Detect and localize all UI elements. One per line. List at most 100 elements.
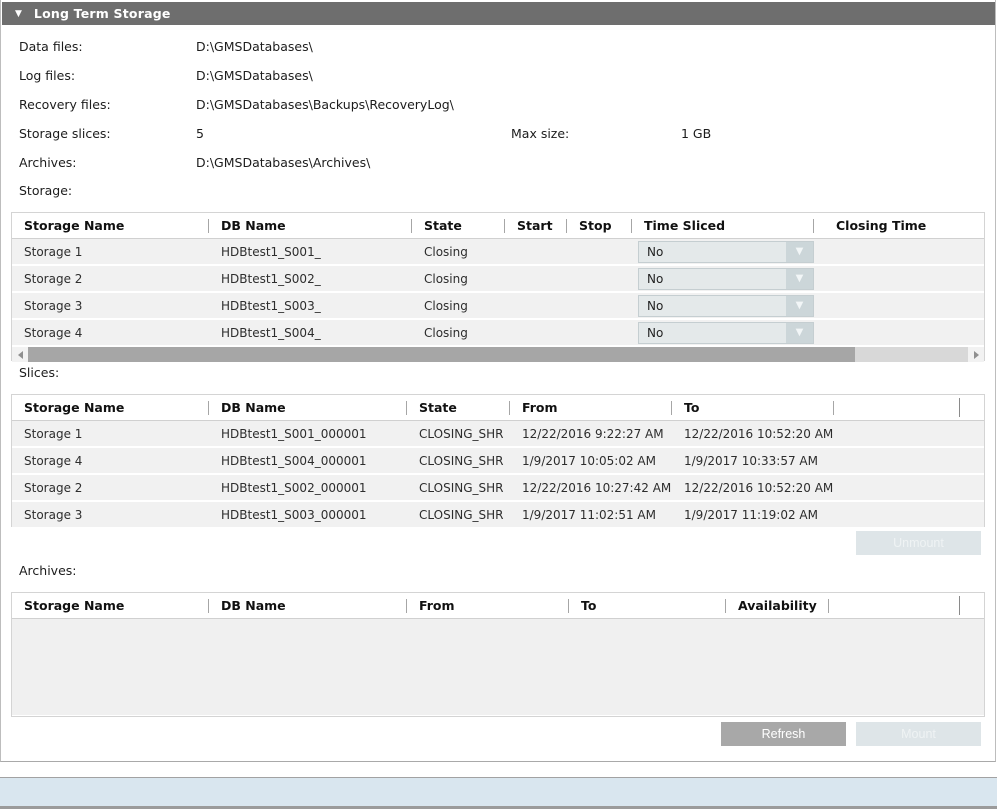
field-label: Archives: xyxy=(19,155,77,170)
table-row[interactable]: Storage 3 HDBtest1_S003_ Closing No ▼ xyxy=(12,293,984,318)
section-header-long-term-storage[interactable]: ▼ Long Term Storage xyxy=(2,2,995,25)
cell-storage-name: Storage 3 xyxy=(12,502,209,527)
field-value: D:\GMSDatabases\Archives\ xyxy=(196,155,370,170)
chevron-down-icon[interactable]: ▼ xyxy=(786,269,813,289)
field-row-log-files: Log files: D:\GMSDatabases\ xyxy=(1,63,997,92)
cell-time-sliced: No ▼ xyxy=(632,239,814,264)
column-header-empty[interactable] xyxy=(829,593,960,618)
cell-state: Closing xyxy=(412,266,505,291)
column-header-to[interactable]: To xyxy=(569,593,726,618)
field-row-data-files: Data files: D:\GMSDatabases\ xyxy=(1,34,997,63)
column-header-closing-time[interactable]: Closing Time xyxy=(814,213,984,238)
cell-to: 12/22/2016 10:52:20 AM xyxy=(672,475,834,500)
cell-time-sliced: No ▼ xyxy=(632,293,814,318)
cell-to: 1/9/2017 11:19:02 AM xyxy=(672,502,834,527)
horizontal-scrollbar[interactable] xyxy=(12,347,984,362)
cell-time-sliced: No ▼ xyxy=(632,320,814,345)
slices-table-header: Storage Name DB Name State From To xyxy=(12,395,984,421)
storage-table: Storage Name DB Name State Start Stop Ti… xyxy=(11,212,985,361)
column-header-from[interactable]: From xyxy=(407,593,569,618)
cell-start xyxy=(505,293,567,318)
cell-stop xyxy=(567,320,632,345)
field-value-max-size: 1 GB xyxy=(681,126,711,141)
mount-button[interactable]: Mount xyxy=(856,722,981,746)
field-row-archives: Archives: D:\GMSDatabases\Archives\ xyxy=(1,150,997,179)
dropdown-value: No xyxy=(639,272,786,286)
field-value: D:\GMSDatabases\ xyxy=(196,39,313,54)
column-header-storage-name[interactable]: Storage Name xyxy=(12,593,209,618)
scrollbar-track[interactable] xyxy=(28,347,968,362)
table-row[interactable]: Storage 1 HDBtest1_S001_ Closing No ▼ xyxy=(12,239,984,264)
column-header-availability[interactable]: Availability xyxy=(726,593,829,618)
scroll-right-button[interactable] xyxy=(968,347,984,362)
column-header-storage-name[interactable]: Storage Name xyxy=(12,395,209,420)
archives-table-header: Storage Name DB Name From To Availabilit… xyxy=(12,593,984,619)
cell-state: CLOSING_SHR xyxy=(407,421,510,446)
column-header-stop[interactable]: Stop xyxy=(567,213,632,238)
table-row[interactable]: Storage 2 HDBtest1_S002_000001 CLOSING_S… xyxy=(12,475,984,500)
column-header-tail xyxy=(960,593,984,618)
cell-stop xyxy=(567,266,632,291)
cell-db-name: HDBtest1_S003_ xyxy=(209,293,412,318)
column-header-state[interactable]: State xyxy=(412,213,505,238)
cell-closing-time xyxy=(814,320,984,345)
collapsed-section-bar[interactable] xyxy=(0,777,997,809)
time-sliced-dropdown[interactable]: No ▼ xyxy=(638,295,814,317)
column-header-db-name[interactable]: DB Name xyxy=(209,593,407,618)
cell-db-name: HDBtest1_S004_000001 xyxy=(209,448,407,473)
cell-to: 12/22/2016 10:52:20 AM xyxy=(672,421,834,446)
column-header-from[interactable]: From xyxy=(510,395,672,420)
column-header-to[interactable]: To xyxy=(672,395,834,420)
cell-storage-name: Storage 4 xyxy=(12,448,209,473)
scrollbar-thumb[interactable] xyxy=(28,347,855,362)
column-header-time-sliced[interactable]: Time Sliced xyxy=(632,213,814,238)
time-sliced-dropdown[interactable]: No ▼ xyxy=(638,268,814,290)
chevron-down-icon[interactable]: ▼ xyxy=(786,242,813,262)
column-header-state[interactable]: State xyxy=(407,395,510,420)
chevron-down-icon[interactable]: ▼ xyxy=(786,296,813,316)
table-row[interactable]: Storage 3 HDBtest1_S003_000001 CLOSING_S… xyxy=(12,502,984,527)
column-header-db-name[interactable]: DB Name xyxy=(209,213,412,238)
cell-state: CLOSING_SHR xyxy=(407,502,510,527)
column-header-storage-name[interactable]: Storage Name xyxy=(12,213,209,238)
table-row[interactable]: Storage 4 HDBtest1_S004_ Closing No ▼ xyxy=(12,320,984,345)
field-value: D:\GMSDatabases\Backups\RecoveryLog\ xyxy=(196,97,454,112)
unmount-button[interactable]: Unmount xyxy=(856,531,981,555)
scroll-left-button[interactable] xyxy=(12,347,28,362)
cell-storage-name: Storage 3 xyxy=(12,293,209,318)
cell-empty xyxy=(834,475,984,500)
dropdown-value: No xyxy=(639,326,786,340)
cell-db-name: HDBtest1_S002_ xyxy=(209,266,412,291)
settings-fields: Data files: D:\GMSDatabases\ Log files: … xyxy=(1,34,997,179)
column-header-tail xyxy=(960,395,984,420)
collapse-triangle-icon: ▼ xyxy=(15,9,22,19)
cell-stop xyxy=(567,239,632,264)
storage-section-label: Storage: xyxy=(19,183,72,198)
cell-db-name: HDBtest1_S002_000001 xyxy=(209,475,407,500)
archives-table: Storage Name DB Name From To Availabilit… xyxy=(11,592,985,717)
content-panel: ▼ Long Term Storage Data files: D:\GMSDa… xyxy=(0,0,996,762)
field-label: Log files: xyxy=(19,68,75,83)
cell-start xyxy=(505,266,567,291)
cell-empty xyxy=(834,502,984,527)
column-header-db-name[interactable]: DB Name xyxy=(209,395,407,420)
cell-state: CLOSING_SHR xyxy=(407,448,510,473)
time-sliced-dropdown[interactable]: No ▼ xyxy=(638,322,814,344)
column-header-start[interactable]: Start xyxy=(505,213,567,238)
time-sliced-dropdown[interactable]: No ▼ xyxy=(638,241,814,263)
table-row[interactable]: Storage 2 HDBtest1_S002_ Closing No ▼ xyxy=(12,266,984,291)
cell-time-sliced: No ▼ xyxy=(632,266,814,291)
field-label-max-size: Max size: xyxy=(511,126,569,141)
field-label: Recovery files: xyxy=(19,97,111,112)
slices-section-label: Slices: xyxy=(19,365,59,380)
archives-section-label: Archives: xyxy=(19,563,77,578)
column-header-empty[interactable] xyxy=(834,395,960,420)
chevron-down-icon[interactable]: ▼ xyxy=(786,323,813,343)
cell-state: CLOSING_SHR xyxy=(407,475,510,500)
table-row[interactable]: Storage 1 HDBtest1_S001_000001 CLOSING_S… xyxy=(12,421,984,446)
table-row[interactable]: Storage 4 HDBtest1_S004_000001 CLOSING_S… xyxy=(12,448,984,473)
cell-stop xyxy=(567,293,632,318)
cell-state: Closing xyxy=(412,293,505,318)
cell-closing-time xyxy=(814,293,984,318)
refresh-button[interactable]: Refresh xyxy=(721,722,846,746)
